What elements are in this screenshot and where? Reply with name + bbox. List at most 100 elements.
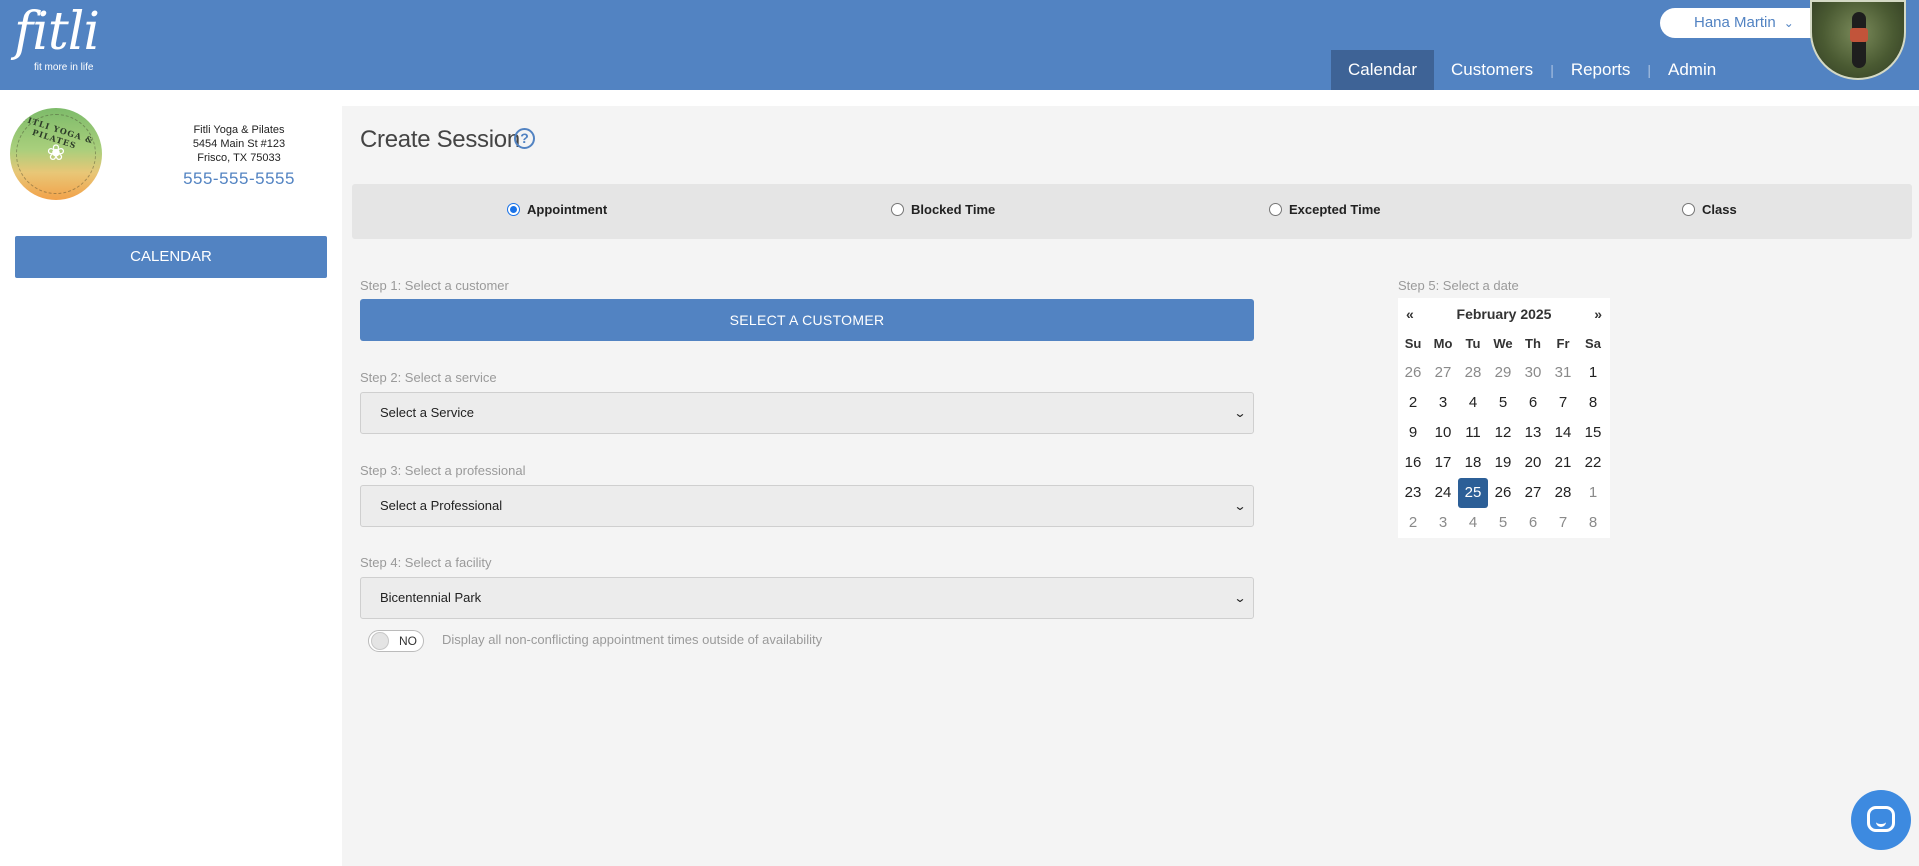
main-content: Create Session ? Appointment Blocked Tim… (342, 106, 1919, 866)
nav-customers[interactable]: Customers (1434, 50, 1550, 90)
calendar-day[interactable]: 3 (1428, 508, 1458, 538)
radio-label: Blocked Time (911, 202, 996, 217)
service-select-value: Select a Service (380, 405, 474, 420)
nav-calendar[interactable]: Calendar (1331, 50, 1434, 90)
service-select[interactable]: Select a Service ⌄ (360, 392, 1254, 434)
calendar-day[interactable]: 12 (1488, 418, 1518, 448)
calendar-day[interactable]: 6 (1518, 388, 1548, 418)
sidebar: FITLI YOGA & PILATES ❀ Fitli Yoga & Pila… (0, 90, 340, 866)
calendar-day-selected[interactable]: 25 (1458, 478, 1488, 508)
radio-class[interactable]: Class (1682, 202, 1737, 217)
calendar-day[interactable]: 10 (1428, 418, 1458, 448)
calendar-day[interactable]: 8 (1578, 388, 1608, 418)
professional-select[interactable]: Select a Professional ⌄ (360, 485, 1254, 527)
radio-button[interactable] (891, 203, 904, 216)
calendar-day[interactable]: 4 (1458, 388, 1488, 418)
calendar-day[interactable]: 11 (1458, 418, 1488, 448)
calendar-day[interactable]: 1 (1578, 358, 1608, 388)
calendar-day[interactable]: 20 (1518, 448, 1548, 478)
calendar-day[interactable]: 2 (1398, 508, 1428, 538)
toggle-knob (371, 632, 389, 650)
calendar-month-title[interactable]: February 2025 (1398, 306, 1610, 322)
weekday-label: Tu (1465, 336, 1481, 351)
meditation-icon: ❀ (46, 140, 66, 165)
calendar-day[interactable]: 27 (1428, 358, 1458, 388)
calendar-day[interactable]: 21 (1548, 448, 1578, 478)
business-info: Fitli Yoga & Pilates 5454 Main St #123 F… (160, 123, 318, 191)
calendar-day[interactable]: 7 (1548, 508, 1578, 538)
top-header: fitli fit more in life Hana Martin ⌄ Cale… (0, 0, 1919, 90)
calendar-day[interactable]: 28 (1458, 358, 1488, 388)
calendar-day[interactable]: 31 (1548, 358, 1578, 388)
calendar-day[interactable]: 16 (1398, 448, 1428, 478)
facility-select[interactable]: Bicentennial Park ⌄ (360, 577, 1254, 619)
radio-button[interactable] (1269, 203, 1282, 216)
calendar-day[interactable]: 30 (1518, 358, 1548, 388)
radio-label: Class (1702, 202, 1737, 217)
radio-button[interactable] (1682, 203, 1695, 216)
calendar-day[interactable]: 26 (1398, 358, 1428, 388)
calendar-day-grid: 26 27 28 29 30 31 1 2 3 4 5 6 7 8 9 10 11 12 13 14 15 16 17 18 1… (1398, 358, 1610, 538)
step5-label: Step 5: Select a date (1398, 278, 1519, 293)
weekday-label: Sa (1585, 336, 1601, 351)
logo-wordmark: fitli (14, 2, 100, 62)
calendar-day[interactable]: 24 (1428, 478, 1458, 508)
radio-excepted-time[interactable]: Excepted Time (1269, 202, 1381, 217)
weekday-label: Mo (1433, 336, 1453, 351)
calendar-day[interactable]: 6 (1518, 508, 1548, 538)
calendar-day[interactable]: 5 (1488, 388, 1518, 418)
calendar-day[interactable]: 14 (1548, 418, 1578, 448)
logo-tagline: fit more in life (34, 62, 94, 73)
calendar-day[interactable]: 9 (1398, 418, 1428, 448)
radio-label: Appointment (527, 202, 608, 217)
calendar-button[interactable]: CALENDAR (15, 236, 327, 278)
toggle-state: NO (399, 634, 417, 648)
business-phone[interactable]: 555-555-5555 (160, 167, 318, 191)
calendar-day[interactable]: 4 (1458, 508, 1488, 538)
page-title: Create Session (360, 126, 520, 153)
nav-reports[interactable]: Reports (1554, 50, 1648, 90)
calendar-day[interactable]: 8 (1578, 508, 1608, 538)
fitli-logo[interactable]: fitli fit more in life (14, 2, 100, 73)
calendar-next-button[interactable]: » (1594, 306, 1602, 322)
chevron-down-icon: ⌄ (1233, 591, 1247, 605)
calendar-day[interactable]: 13 (1518, 418, 1548, 448)
calendar-weekday-row: Su Mo Tu We Th Fr Sa (1398, 336, 1610, 351)
chat-button[interactable] (1851, 790, 1911, 850)
step1-label: Step 1: Select a customer (360, 278, 509, 293)
calendar-day[interactable]: 5 (1488, 508, 1518, 538)
calendar-header: February 2025 « » (1398, 298, 1610, 328)
weekday-label: We (1493, 336, 1513, 351)
date-picker: February 2025 « » Su Mo Tu We Th Fr Sa 26 27 28 2… (1398, 298, 1610, 538)
calendar-day[interactable]: 18 (1458, 448, 1488, 478)
calendar-day[interactable]: 2 (1398, 388, 1428, 418)
business-logo: FITLI YOGA & PILATES ❀ (10, 108, 102, 200)
calendar-day[interactable]: 29 (1488, 358, 1518, 388)
calendar-day[interactable]: 7 (1548, 388, 1578, 418)
calendar-prev-button[interactable]: « (1406, 306, 1414, 322)
radio-blocked-time[interactable]: Blocked Time (891, 202, 995, 217)
select-customer-button[interactable]: SELECT A CUSTOMER (360, 299, 1254, 341)
avatar-figure-top (1850, 28, 1868, 42)
chevron-down-icon: ⌄ (1233, 499, 1247, 513)
calendar-day[interactable]: 28 (1548, 478, 1578, 508)
calendar-day[interactable]: 26 (1488, 478, 1518, 508)
calendar-day[interactable]: 22 (1578, 448, 1608, 478)
step4-label: Step 4: Select a facility (360, 555, 492, 570)
calendar-day[interactable]: 17 (1428, 448, 1458, 478)
calendar-day[interactable]: 23 (1398, 478, 1428, 508)
weekday-label: Fr (1556, 336, 1570, 351)
nav-admin[interactable]: Admin (1651, 50, 1733, 90)
calendar-day[interactable]: 15 (1578, 418, 1608, 448)
radio-appointment[interactable]: Appointment (507, 202, 607, 217)
calendar-day[interactable]: 19 (1488, 448, 1518, 478)
calendar-day[interactable]: 1 (1578, 478, 1608, 508)
question-circle-icon[interactable]: ? (514, 128, 535, 149)
calendar-day[interactable]: 27 (1518, 478, 1548, 508)
session-type-bar: Appointment Blocked Time Excepted Time C… (352, 184, 1912, 239)
availability-toggle[interactable]: NO (368, 630, 424, 652)
user-avatar[interactable] (1810, 0, 1906, 80)
calendar-day[interactable]: 3 (1428, 388, 1458, 418)
user-name: Hana Martin (1694, 14, 1776, 31)
radio-button[interactable] (507, 203, 520, 216)
